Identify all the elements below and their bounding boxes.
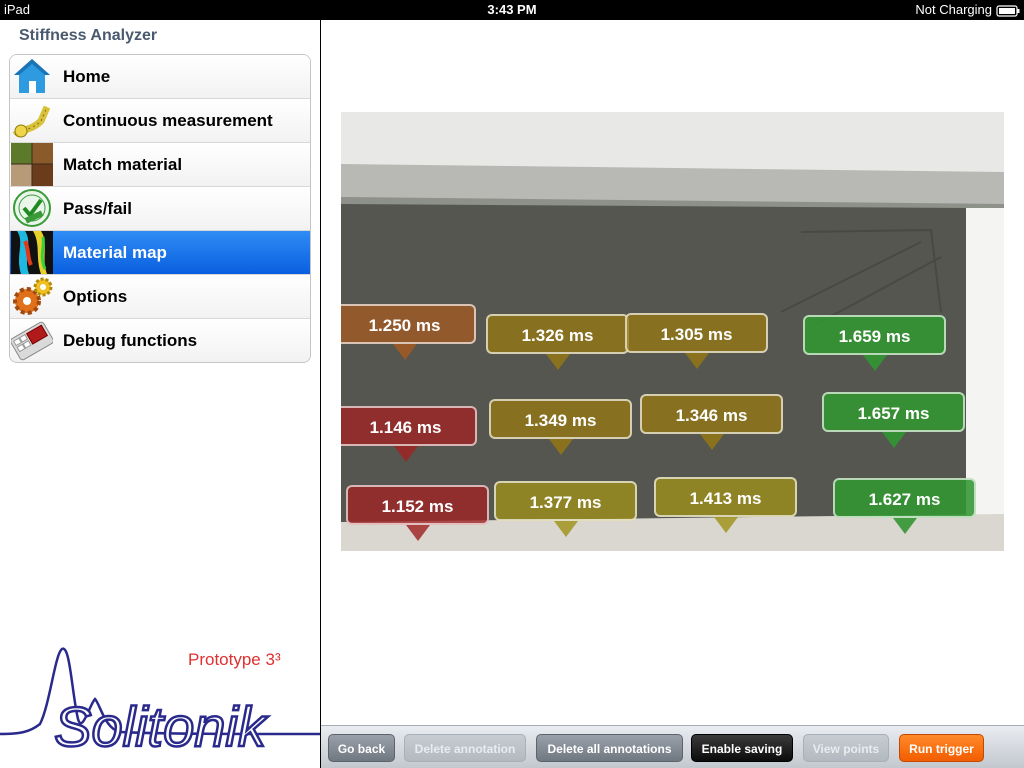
sidebar-item-label: Material map (63, 243, 167, 262)
measurement-annotation[interactable]: 1.413 ms (654, 477, 797, 533)
material-photo[interactable]: 1.250 ms 1.326 ms 1.305 ms 1.659 ms 1.14… (341, 112, 1004, 551)
material-texture-icon (11, 143, 53, 186)
measurement-annotation[interactable]: 1.146 ms (341, 406, 477, 462)
annotation-value: 1.326 ms (521, 326, 594, 345)
charging-status: Not Charging (915, 2, 992, 17)
sidebar-item-match-material[interactable]: Match material (10, 143, 310, 187)
measurement-annotation[interactable]: 1.305 ms (625, 313, 768, 369)
measurement-annotation[interactable]: 1.250 ms (341, 304, 476, 360)
measurement-annotation[interactable]: 1.657 ms (822, 392, 965, 448)
battery-icon (996, 5, 1020, 17)
measurement-annotation[interactable]: 1.659 ms (803, 315, 946, 371)
status-bar: iPad 3:43 PM Not Charging (0, 0, 1024, 20)
sidebar-menu: Home Continuous measurement Match materi… (9, 54, 311, 363)
sidebar-item-label: Options (63, 287, 128, 306)
measurement-annotation[interactable]: 1.377 ms (494, 481, 637, 537)
sidebar-item-label: Debug functions (63, 331, 198, 350)
clock: 3:43 PM (487, 2, 537, 17)
annotation-value: 1.413 ms (689, 489, 762, 508)
sidebar-item-material-map[interactable]: Material map (10, 231, 310, 275)
sidebar-item-home[interactable]: Home (10, 55, 310, 99)
annotation-value: 1.346 ms (675, 406, 748, 425)
prototype-label: Prototype 3³ (188, 650, 281, 669)
go-back-button[interactable]: Go back (328, 734, 395, 762)
brand-name: Solitonik (54, 695, 269, 758)
bottom-toolbar: Go back Delete annotation Delete all ann… (321, 725, 1024, 768)
sidebar-item-options[interactable]: Options (10, 275, 310, 319)
sidebar-title: Stiffness Analyzer (19, 27, 158, 44)
measurement-annotation[interactable]: 1.346 ms (640, 394, 783, 450)
delete-annotation-button[interactable]: Delete annotation (404, 734, 526, 762)
approved-stamp-icon (13, 189, 51, 227)
run-trigger-button[interactable]: Run trigger (899, 734, 984, 762)
enable-saving-button[interactable]: Enable saving (691, 734, 793, 762)
measurement-annotation[interactable]: 1.627 ms (833, 478, 976, 534)
measurement-annotation[interactable]: 1.326 ms (486, 314, 629, 370)
annotation-value: 1.627 ms (868, 490, 941, 509)
sidebar: Stiffness Analyzer Home Continuous measu… (0, 20, 320, 768)
delete-all-annotations-button[interactable]: Delete all annotations (536, 734, 683, 762)
tape-measure-icon (12, 105, 51, 138)
home-icon (14, 59, 50, 93)
sidebar-item-pass-fail[interactable]: Pass/fail (10, 187, 310, 231)
annotation-value: 1.349 ms (524, 411, 597, 430)
annotation-value: 1.152 ms (381, 497, 454, 516)
annotation-value: 1.657 ms (857, 404, 930, 423)
view-points-button[interactable]: View points (803, 734, 889, 762)
sidebar-item-label: Match material (63, 155, 183, 174)
sidebar-item-label: Home (63, 67, 111, 86)
gears-icon (13, 277, 53, 315)
sidebar-item-continuous-measurement[interactable]: Continuous measurement (10, 99, 310, 143)
measurement-annotation[interactable]: 1.152 ms (346, 485, 489, 541)
keyboard-icon (11, 321, 53, 361)
annotation-value: 1.250 ms (368, 316, 441, 335)
annotation-value: 1.305 ms (660, 325, 733, 344)
annotation-value: 1.377 ms (529, 493, 602, 512)
sidebar-item-debug-functions[interactable]: Debug functions (10, 319, 310, 362)
sidebar-item-label: Continuous measurement (63, 111, 273, 130)
heatmap-icon (11, 231, 53, 274)
material-map-view: 1.250 ms 1.326 ms 1.305 ms 1.659 ms 1.14… (321, 20, 1024, 725)
annotation-value: 1.659 ms (838, 327, 911, 346)
measurement-annotation[interactable]: 1.349 ms (489, 399, 632, 455)
sidebar-item-label: Pass/fail (63, 199, 132, 218)
annotation-value: 1.146 ms (369, 418, 442, 437)
